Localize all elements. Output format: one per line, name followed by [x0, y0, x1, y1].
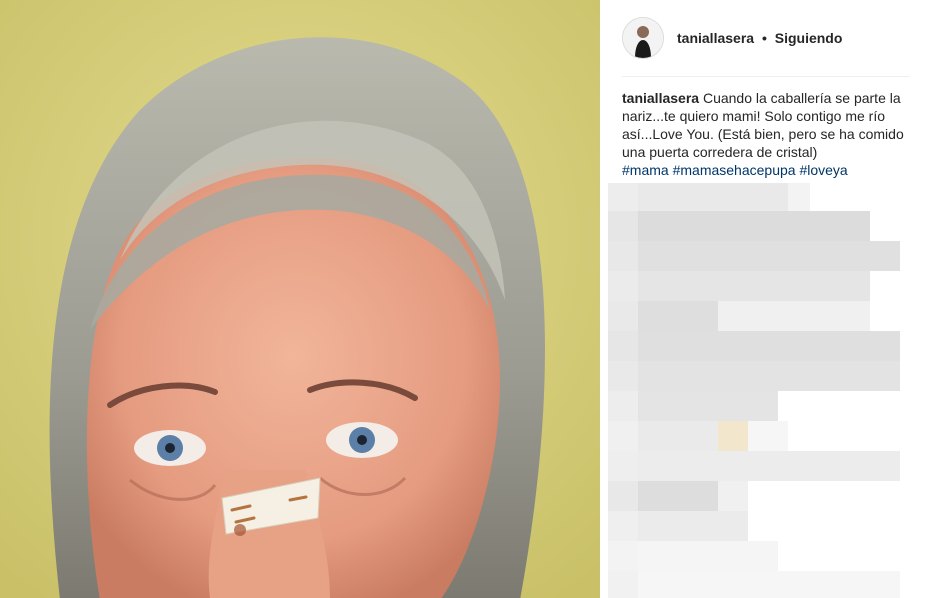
header-separator: •: [761, 30, 767, 46]
hashtag-link[interactable]: #mama: [622, 162, 669, 178]
post-photo[interactable]: [0, 0, 600, 598]
avatar[interactable]: [622, 17, 664, 59]
header-username-link[interactable]: taniallasera: [677, 30, 754, 46]
header-text: taniallasera • Siguiendo: [677, 29, 842, 47]
avatar-icon: [623, 18, 663, 58]
photo-illustration: [0, 0, 600, 598]
hashtag-link[interactable]: #loveya: [799, 162, 847, 178]
hashtag-link[interactable]: #mamasehacepupa: [673, 162, 796, 178]
post-caption: taniallasera Cuando la caballería se par…: [622, 89, 912, 179]
header-divider: [622, 76, 910, 77]
post-header: taniallasera • Siguiendo: [622, 16, 910, 60]
caption-username-link[interactable]: taniallasera: [622, 90, 699, 106]
following-button[interactable]: Siguiendo: [775, 30, 843, 46]
pixelated-comments-area: [608, 183, 900, 598]
post-details-panel: taniallasera • Siguiendo taniallasera Cu…: [600, 0, 934, 598]
